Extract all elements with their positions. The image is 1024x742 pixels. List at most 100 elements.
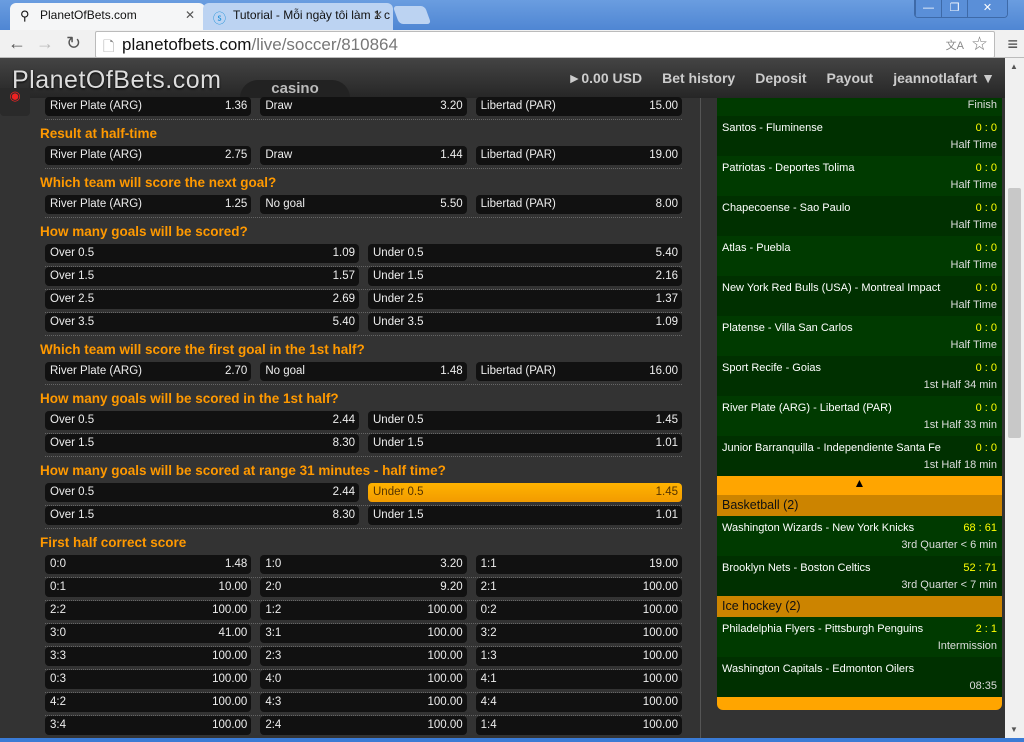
bet-history-link[interactable]: Bet history bbox=[662, 70, 735, 86]
odds-button[interactable]: Libertad (PAR) 15.00 bbox=[475, 97, 682, 116]
odds-button[interactable]: River Plate (ARG) 1.36 bbox=[45, 97, 252, 116]
event-item[interactable]: Finish bbox=[717, 98, 1002, 116]
odds-button[interactable]: Under 3.5 1.09 bbox=[368, 313, 682, 332]
odds-button[interactable]: 0:2 100.00 bbox=[475, 601, 682, 620]
scrollbar-thumb[interactable] bbox=[1008, 188, 1021, 438]
back-icon[interactable]: ← bbox=[8, 33, 26, 54]
minimize-button[interactable]: — bbox=[915, 0, 941, 17]
odds-button[interactable]: 2:1 100.00 bbox=[475, 578, 682, 597]
sport-header[interactable]: Basketball (2) bbox=[717, 495, 1002, 516]
event-item[interactable]: River Plate (ARG) - Libertad (PAR) 0 : 0 1… bbox=[717, 396, 1002, 436]
odds-button[interactable]: Under 0.5 1.45 bbox=[368, 411, 682, 430]
odds-button[interactable]: Over 0.5 2.44 bbox=[45, 483, 359, 502]
close-tab-icon[interactable]: ✕ bbox=[185, 8, 195, 22]
collapse-arrow-icon[interactable]: ▲ bbox=[717, 476, 1002, 495]
reload-icon[interactable]: ↻ bbox=[66, 33, 81, 54]
target-icon[interactable]: ◉ bbox=[0, 88, 30, 116]
odds-button[interactable]: Draw 3.20 bbox=[260, 97, 467, 116]
odds-button[interactable]: No goal 5.50 bbox=[260, 195, 467, 214]
odds-button[interactable]: 4:3 100.00 bbox=[260, 693, 467, 712]
odds-button[interactable]: Over 2.5 2.69 bbox=[45, 290, 359, 309]
odds-button[interactable]: Libertad (PAR) 19.00 bbox=[475, 146, 682, 165]
event-item[interactable]: Sport Recife - Goias 0 : 0 1st Half 34 min bbox=[717, 356, 1002, 396]
odds-button[interactable]: 3:4 100.00 bbox=[45, 716, 252, 735]
event-item[interactable]: Chapecoense - Sao Paulo 0 : 0 Half Time bbox=[717, 196, 1002, 236]
odds-button[interactable]: 3:0 41.00 bbox=[45, 624, 252, 643]
odds-button[interactable]: 2:2 100.00 bbox=[45, 601, 252, 620]
restore-button[interactable]: ❐ bbox=[941, 0, 967, 17]
odds-button[interactable]: 4:2 100.00 bbox=[45, 693, 252, 712]
odds-button[interactable]: Under 2.5 1.37 bbox=[368, 290, 682, 309]
odds-button[interactable]: 2:0 9.20 bbox=[260, 578, 467, 597]
odds-button[interactable]: Under 1.5 1.01 bbox=[368, 506, 682, 525]
odds-value: 1.09 bbox=[655, 316, 678, 328]
menu-icon[interactable]: ≡ bbox=[1007, 34, 1018, 55]
odds-button[interactable]: River Plate (ARG) 2.75 bbox=[45, 146, 252, 165]
odds-button[interactable]: 4:4 100.00 bbox=[475, 693, 682, 712]
odds-button[interactable]: Libertad (PAR) 16.00 bbox=[475, 362, 682, 381]
translate-icon[interactable]: 文A bbox=[946, 37, 964, 53]
odds-button[interactable]: 3:2 100.00 bbox=[475, 624, 682, 643]
odds-button[interactable]: 1:4 100.00 bbox=[475, 716, 682, 735]
event-item[interactable]: Philadelphia Flyers - Pittsburgh Penguin… bbox=[717, 617, 1002, 657]
odds-button[interactable]: 1:3 100.00 bbox=[475, 647, 682, 666]
event-item[interactable]: Santos - Fluminense 0 : 0 Half Time bbox=[717, 116, 1002, 156]
odds-button[interactable]: Over 1.5 8.30 bbox=[45, 434, 359, 453]
new-tab-button[interactable] bbox=[392, 6, 432, 24]
close-tab-icon[interactable]: ✕ bbox=[373, 8, 383, 22]
scrollbar[interactable]: ▲ ▼ bbox=[1005, 58, 1024, 738]
odds-label: No goal bbox=[265, 198, 305, 210]
event-item[interactable]: Platense - Villa San Carlos 0 : 0 Half Tim… bbox=[717, 316, 1002, 356]
odds-button[interactable]: Under 1.5 1.01 bbox=[368, 434, 682, 453]
scroll-down-icon[interactable]: ▼ bbox=[1010, 725, 1018, 734]
tab-tutorial[interactable]: ⓢ Tutorial - Mỗi ngày tôi làm 1 c ✕ bbox=[203, 3, 393, 30]
odds-button[interactable]: 1:1 19.00 bbox=[475, 555, 682, 574]
odds-button[interactable]: 2:3 100.00 bbox=[260, 647, 467, 666]
odds-button[interactable]: Over 3.5 5.40 bbox=[45, 313, 359, 332]
odds-button[interactable]: Over 1.5 1.57 bbox=[45, 267, 359, 286]
odds-button[interactable]: Over 0.5 2.44 bbox=[45, 411, 359, 430]
odds-button[interactable]: Under 0.5 1.45 bbox=[368, 483, 682, 502]
odds-label: 0:2 bbox=[480, 604, 497, 616]
odds-button[interactable]: Over 0.5 1.09 bbox=[45, 244, 359, 263]
scroll-up-icon[interactable]: ▲ bbox=[1010, 62, 1018, 71]
sport-header[interactable]: Ice hockey (2) bbox=[717, 596, 1002, 617]
odds-button[interactable]: 1:2 100.00 bbox=[260, 601, 467, 620]
payout-link[interactable]: Payout bbox=[827, 70, 874, 86]
casino-tab[interactable]: casino bbox=[240, 80, 350, 98]
odds-button[interactable]: 3:1 100.00 bbox=[260, 624, 467, 643]
forward-icon[interactable]: → bbox=[36, 33, 54, 54]
odds-button[interactable]: Under 0.5 5.40 bbox=[368, 244, 682, 263]
close-window-button[interactable]: ✕ bbox=[967, 0, 1007, 17]
odds-button[interactable]: Libertad (PAR) 8.00 bbox=[475, 195, 682, 214]
logo[interactable]: PlanetOfBets.com bbox=[12, 66, 221, 95]
odds-button[interactable]: 0:0 1.48 bbox=[45, 555, 252, 574]
event-item[interactable]: Junior Barranquilla - Independiente Sant… bbox=[717, 436, 1002, 476]
odds-button[interactable]: 3:3 100.00 bbox=[45, 647, 252, 666]
odds-button[interactable]: 1:0 3.20 bbox=[260, 555, 467, 574]
odds-button[interactable]: Draw 1.44 bbox=[260, 146, 467, 165]
odds-button[interactable]: River Plate (ARG) 1.25 bbox=[45, 195, 252, 214]
event-item[interactable]: Atlas - Puebla 0 : 0 Half Time bbox=[717, 236, 1002, 276]
odds-button[interactable]: Over 1.5 8.30 bbox=[45, 506, 359, 525]
address-bar[interactable]: 🗋 planetofbets.com/live/soccer/810864 文A ☆ bbox=[95, 31, 995, 58]
event-item[interactable]: Brooklyn Nets - Boston Celtics 52 : 71 3rd… bbox=[717, 556, 1002, 596]
odds-button[interactable]: 0:1 10.00 bbox=[45, 578, 252, 597]
user-menu[interactable]: jeannotlafart ▼ bbox=[893, 70, 995, 86]
event-item[interactable]: Washington Capitals - Edmonton Oilers 08:… bbox=[717, 657, 1002, 697]
bookmark-star-icon[interactable]: ☆ bbox=[971, 33, 988, 56]
odds-button[interactable]: 2:4 100.00 bbox=[260, 716, 467, 735]
odds-button[interactable]: Under 1.5 2.16 bbox=[368, 267, 682, 286]
deposit-link[interactable]: Deposit bbox=[755, 70, 806, 86]
balance[interactable]: ►0.00 USD bbox=[568, 70, 643, 86]
odds-button[interactable]: No goal 1.48 bbox=[260, 362, 467, 381]
event-item[interactable]: Washington Wizards - New York Knicks 68 :… bbox=[717, 516, 1002, 556]
odds-button[interactable]: 4:1 100.00 bbox=[475, 670, 682, 689]
event-status: Half Time bbox=[950, 139, 997, 151]
event-item[interactable]: Patriotas - Deportes Tolima 0 : 0 Half Tim… bbox=[717, 156, 1002, 196]
odds-button[interactable]: River Plate (ARG) 2.70 bbox=[45, 362, 252, 381]
odds-button[interactable]: 4:0 100.00 bbox=[260, 670, 467, 689]
event-item[interactable]: New York Red Bulls (USA) - Montreal Impa… bbox=[717, 276, 1002, 316]
tab-planetofbets[interactable]: ⚲ PlanetOfBets.com ✕ bbox=[10, 3, 205, 30]
odds-button[interactable]: 0:3 100.00 bbox=[45, 670, 252, 689]
